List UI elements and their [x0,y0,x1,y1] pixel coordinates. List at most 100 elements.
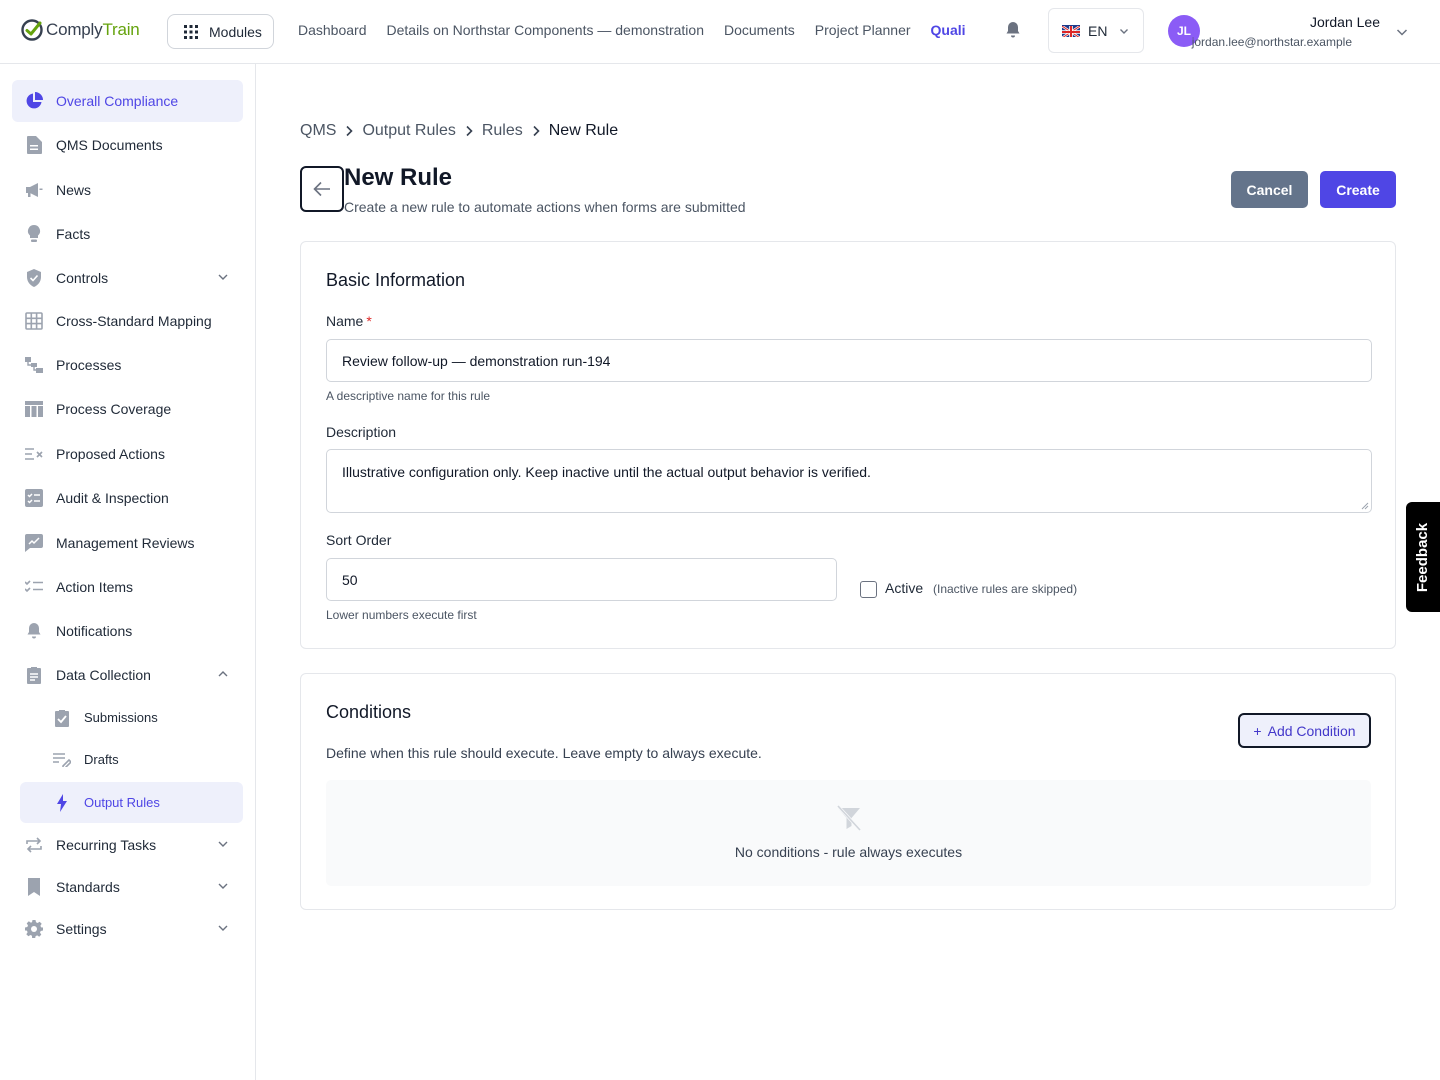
checklist-icon [24,488,44,508]
description-field-value: Illustrative configuration only. Keep in… [342,464,871,480]
nav-details[interactable]: Details on Northstar Components — demons… [387,22,704,38]
chevron-down-icon [218,883,228,889]
name-field-value: Review follow-up — demonstration run-194 [342,352,611,369]
sidebar: Overall Compliance QMS Documents News Fa… [0,64,256,1080]
required-marker: * [366,313,372,329]
nav-quali[interactable]: Quali [931,22,966,38]
sidebar-item-proposed-actions[interactable]: Proposed Actions [12,433,243,475]
active-label[interactable]: Active [885,580,923,596]
sort-order-value: 50 [342,571,358,588]
active-hint: (Inactive rules are skipped) [933,582,1078,596]
description-label: Description [326,424,397,440]
clipboard-icon [24,665,44,685]
chart-edit-icon [24,533,44,553]
language-selector[interactable]: EN [1048,8,1144,53]
sidebar-subitem-submissions[interactable]: Submissions [20,697,243,738]
breadcrumb-rules[interactable]: Rules [482,122,523,140]
chevron-down-icon [218,841,228,847]
sidebar-item-cross-standard-mapping[interactable]: Cross-Standard Mapping [12,300,243,342]
sidebar-subitem-label: Drafts [84,752,119,767]
lightbulb-icon [24,224,44,244]
sidebar-subitem-label: Submissions [84,710,158,725]
gear-icon [24,919,44,939]
grid-icon [24,311,44,331]
notifications-bell-icon[interactable] [1005,21,1021,44]
sidebar-item-news[interactable]: News [12,169,243,211]
grid-dots-icon [184,24,198,39]
sidebar-item-label: Process Coverage [56,401,172,417]
modules-label: Modules [209,23,262,40]
plus-icon: + [1253,722,1262,739]
page-title: New Rule [344,164,453,191]
breadcrumb-current: New Rule [548,122,619,139]
empty-state-text: No conditions - rule always executes [734,844,963,860]
sidebar-item-data-collection[interactable]: Data Collection [12,654,243,696]
back-button[interactable] [300,166,344,212]
sidebar-item-label: Notifications [56,623,133,639]
sidebar-item-settings[interactable]: Settings [12,908,243,950]
sidebar-item-facts[interactable]: Facts [12,213,243,255]
sidebar-item-standards[interactable]: Standards [12,866,243,908]
sort-order-label: Sort Order [326,532,392,548]
sidebar-item-audit-inspection[interactable]: Audit & Inspection [12,477,243,519]
chevron-down-icon [218,925,228,931]
sidebar-item-label: Controls [56,270,109,286]
uk-flag-icon [1062,24,1080,37]
user-name[interactable]: Jordan Lee [1310,14,1380,30]
sidebar-item-qms-documents[interactable]: QMS Documents [12,124,243,166]
sidebar-subitem-label: Output Rules [84,795,160,810]
chevron-right-icon [531,125,541,137]
description-field[interactable]: Illustrative configuration only. Keep in… [326,449,1372,513]
nav-documents[interactable]: Documents [724,22,795,38]
sidebar-item-label: Cross-Standard Mapping [56,313,212,329]
nav-project-planner[interactable]: Project Planner [815,22,911,38]
sidebar-item-label: Recurring Tasks [56,837,157,853]
sidebar-subitem-drafts[interactable]: Drafts [20,739,243,780]
logo-text-part1: Comply [46,20,103,39]
sort-order-field[interactable]: 50 [326,558,837,601]
basic-information-title: Basic Information [326,270,466,290]
sidebar-item-recurring-tasks[interactable]: Recurring Tasks [12,824,243,866]
list-x-icon [24,444,44,464]
active-checkbox[interactable] [860,581,877,598]
chevron-down-icon [1120,28,1129,34]
name-field[interactable]: Review follow-up — demonstration run-194 [326,339,1372,382]
create-button[interactable]: Create [1320,171,1396,208]
sidebar-item-label: Processes [56,357,122,373]
sidebar-item-process-coverage[interactable]: Process Coverage [12,388,243,430]
sidebar-subitem-output-rules[interactable]: Output Rules [20,782,243,823]
chevron-right-icon [344,125,354,137]
user-menu-chevron-icon[interactable] [1395,25,1409,39]
sidebar-item-controls[interactable]: Controls [12,257,243,299]
sidebar-item-notifications[interactable]: Notifications [12,610,243,652]
document-icon [24,135,44,155]
app-logo[interactable]: Comply Train [20,18,140,42]
chevron-down-icon [218,274,228,280]
resize-handle-icon[interactable] [1361,502,1369,510]
sidebar-item-overall-compliance[interactable]: Overall Compliance [12,80,243,122]
bell-icon [24,621,44,641]
conditions-title: Conditions [326,702,412,722]
cancel-button[interactable]: Cancel [1231,171,1308,208]
sidebar-item-label: Settings [56,921,107,937]
feedback-tab[interactable]: Feedback [1406,502,1440,612]
name-label: Name * [326,313,372,329]
breadcrumb-output-rules[interactable]: Output Rules [362,122,455,140]
logo-text-part2: Train [102,20,140,39]
sidebar-item-label: News [56,182,92,198]
conditions-card: Conditions + Add Condition Define when t… [300,673,1396,910]
breadcrumb-qms[interactable]: QMS [300,122,336,140]
process-icon [24,355,44,375]
draft-icon [52,750,72,770]
sidebar-item-label: QMS Documents [56,137,163,153]
sidebar-item-label: Overall Compliance [56,93,179,109]
sort-order-hint: Lower numbers execute first [326,608,477,622]
feedback-label: Feedback [1414,522,1432,592]
sidebar-item-management-reviews[interactable]: Management Reviews [12,522,243,564]
nav-dashboard[interactable]: Dashboard [298,22,367,38]
modules-button[interactable]: Modules [167,14,274,49]
bolt-icon [52,793,72,813]
sidebar-item-action-items[interactable]: Action Items [12,566,243,608]
add-condition-button[interactable]: + Add Condition [1238,713,1371,748]
sidebar-item-processes[interactable]: Processes [12,344,243,386]
